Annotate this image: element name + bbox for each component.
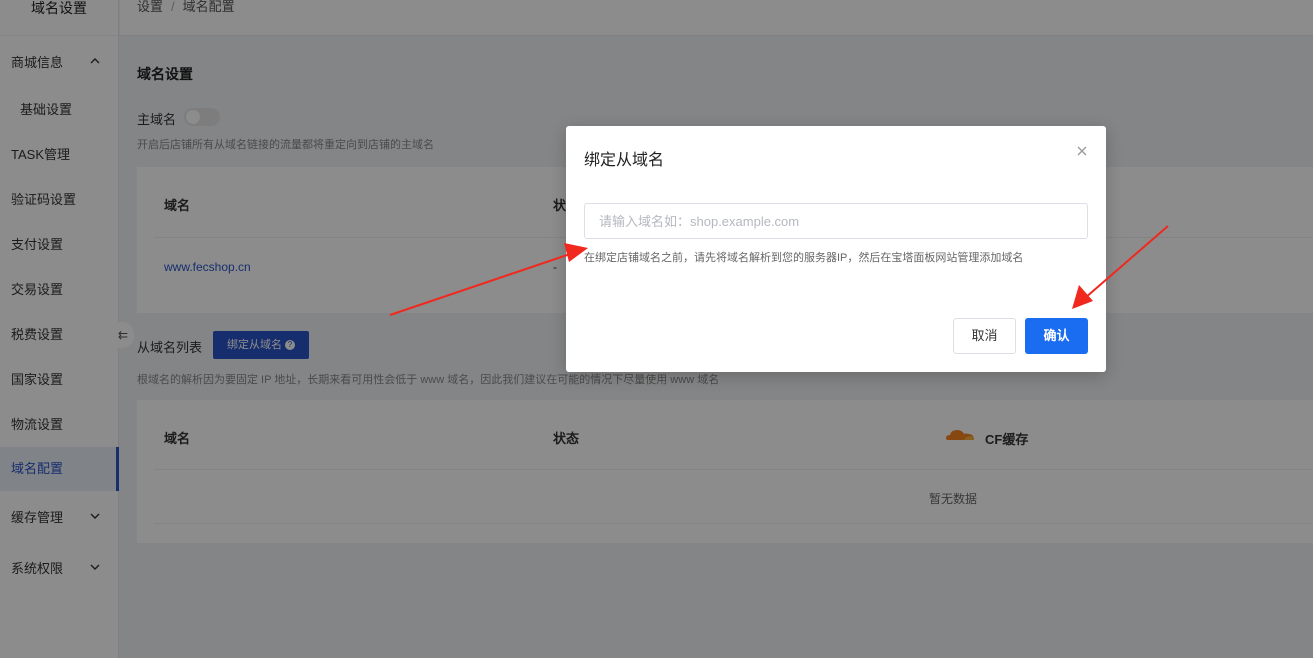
arrow-to-confirm: [1072, 225, 1169, 309]
arrow-to-tip: [389, 243, 588, 316]
annotation-arrows: [389, 225, 1169, 316]
